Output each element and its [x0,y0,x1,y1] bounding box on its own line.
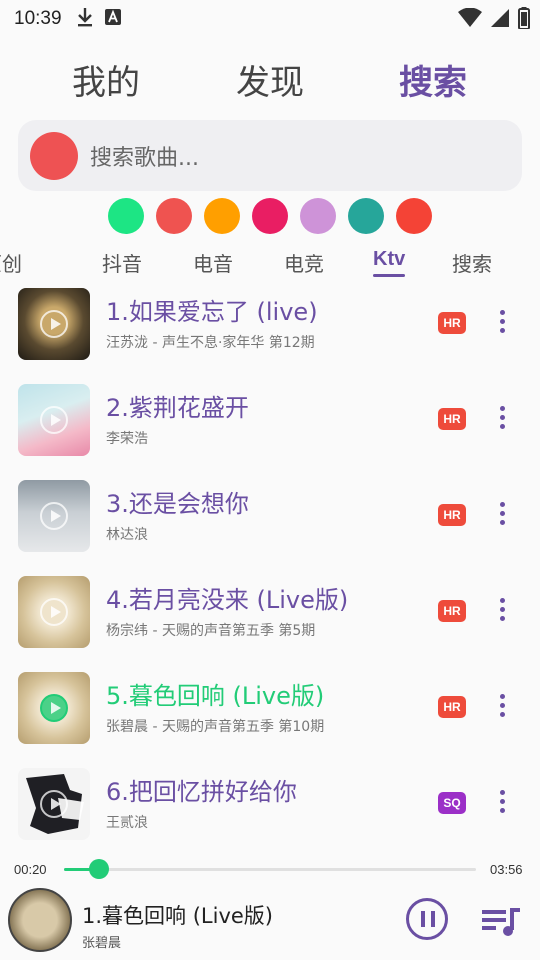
seek-bar-thumb[interactable] [89,859,110,879]
now-playing-cover[interactable] [8,888,72,952]
album-cover [18,768,90,840]
song-subtitle: 王贰浪 [106,815,148,831]
song-row-playing[interactable]: 5.暮色回响 (Live版) 张碧晨 - 天赐的声音第五季 第10期 HR [0,672,540,768]
playlist-queue-icon[interactable] [480,904,522,938]
current-time: 00:20 [14,862,47,877]
top-tabs: 我的 发现 搜索 [0,55,540,103]
quality-badge: HR [438,696,466,718]
song-row[interactable]: 2.紫荆花盛开 李荣浩 HR [0,384,540,480]
category-tab-edm[interactable]: 电音 [193,248,233,277]
play-icon [51,318,61,330]
color-dot-teal[interactable] [348,198,384,234]
status-indicators [458,7,530,29]
song-title: 5.暮色回响 (Live版) [106,682,325,710]
song-subtitle: 张碧晨 - 天赐的声音第五季 第10期 [106,719,325,735]
play-icon [51,510,61,522]
more-options-icon[interactable] [492,790,512,818]
album-cover [18,288,90,360]
playback-progress: 00:20 03:56 [0,858,540,882]
song-row[interactable]: 6.把回忆拼好给你 王贰浪 SQ [0,768,540,864]
category-tab-original[interactable]: 原创 [0,248,22,277]
pause-button[interactable] [406,898,448,940]
category-tab-douyin[interactable]: 抖音 [102,248,142,277]
category-tab-esports[interactable]: 电竞 [284,248,324,277]
theme-color-picker [108,198,432,234]
more-options-icon[interactable] [492,598,512,626]
search-bar[interactable]: 搜索歌曲... [18,120,522,191]
battery-icon [518,7,530,29]
signal-icon [491,9,509,27]
quality-badge: HR [438,600,466,622]
mini-player[interactable]: 1.暮色回响 (Live版) 张碧晨 [0,884,540,960]
song-title: 1.如果爱忘了 (live) [106,298,318,326]
search-input[interactable]: 搜索歌曲... [90,140,199,172]
play-icon [51,414,61,426]
quality-badge: HR [438,504,466,526]
playing-icon [51,702,61,714]
search-color-dot[interactable] [30,131,78,180]
song-row[interactable]: 3.还是会想你 林达浪 HR [0,480,540,576]
album-cover [18,480,90,552]
total-time: 03:56 [490,862,523,877]
category-tab-search[interactable]: 搜索 [452,248,492,277]
more-options-icon[interactable] [492,694,512,722]
song-subtitle: 李荣浩 [106,431,148,447]
color-dot-orange[interactable] [204,198,240,234]
play-icon [51,798,61,810]
quality-badge: SQ [438,792,466,814]
play-icon [51,606,61,618]
song-title: 4.若月亮没来 (Live版) [106,586,349,614]
category-active-indicator [373,274,405,277]
song-row[interactable]: 1.如果爱忘了 (live) 汪苏泷 - 声生不息·家年华 第12期 HR [0,288,540,384]
quality-badge: HR [438,312,466,334]
album-cover [18,576,90,648]
font-icon [104,8,122,30]
color-dot-pink[interactable] [252,198,288,234]
now-playing-title: 1.暮色回响 (Live版) [82,904,273,928]
seek-bar[interactable] [64,859,476,879]
color-dot-green[interactable] [108,198,144,234]
more-options-icon[interactable] [492,502,512,530]
download-icon [76,7,94,31]
category-tab-ktv[interactable]: Ktv [373,248,405,271]
song-subtitle: 汪苏泷 - 声生不息·家年华 第12期 [106,335,315,351]
more-options-icon[interactable] [492,310,512,338]
status-bar: 10:39 [0,0,540,38]
song-list: 1.如果爱忘了 (live) 汪苏泷 - 声生不息·家年华 第12期 HR 2.… [0,288,540,864]
song-subtitle: 林达浪 [106,527,148,543]
more-options-icon[interactable] [492,406,512,434]
tab-search[interactable]: 搜索 [399,55,467,104]
color-dot-lavender[interactable] [300,198,336,234]
song-title: 3.还是会想你 [106,490,249,518]
album-cover [18,672,90,744]
now-playing-artist: 张碧晨 [82,936,122,951]
song-row[interactable]: 4.若月亮没来 (Live版) 杨宗纬 - 天赐的声音第五季 第5期 HR [0,576,540,672]
category-tabs: 原创 抖音 电音 电竞 Ktv 搜索 [0,244,540,278]
quality-badge: HR [438,408,466,430]
album-cover [18,384,90,456]
color-dot-bright-red[interactable] [396,198,432,234]
song-title: 6.把回忆拼好给你 [106,778,297,806]
color-dot-red[interactable] [156,198,192,234]
tab-discover[interactable]: 发现 [236,55,304,104]
song-title: 2.紫荆花盛开 [106,394,249,422]
wifi-icon [458,8,482,27]
status-time: 10:39 [14,8,62,29]
tab-mine[interactable]: 我的 [72,55,140,104]
song-subtitle: 杨宗纬 - 天赐的声音第五季 第5期 [106,623,316,639]
